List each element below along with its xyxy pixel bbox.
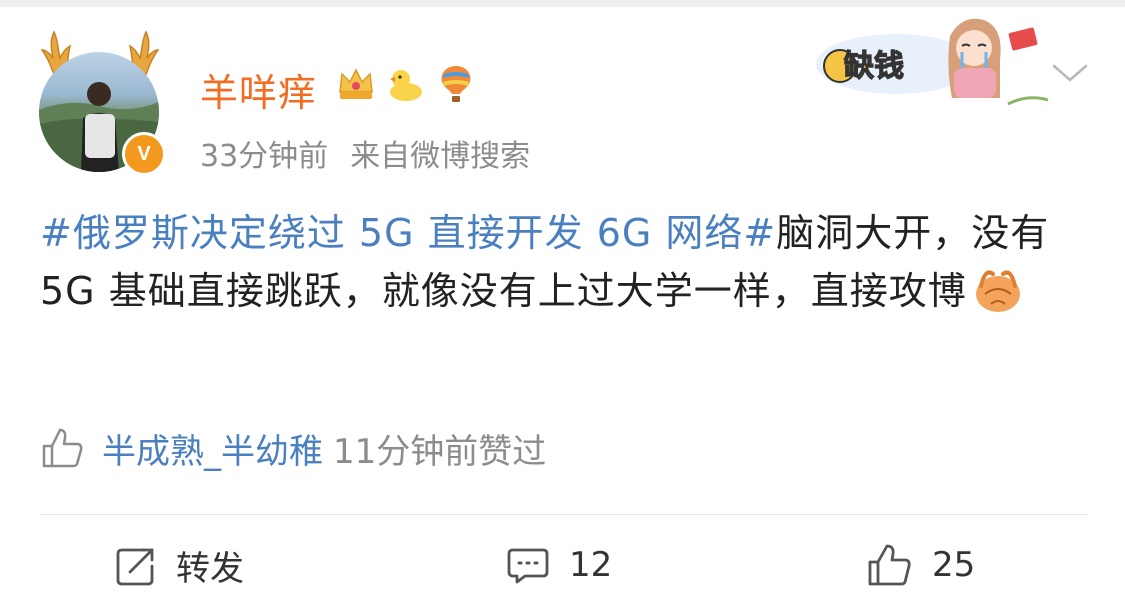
girl-sticker-icon bbox=[948, 18, 1001, 98]
like-button[interactable]: 25 bbox=[866, 530, 975, 600]
duck-badge-icon[interactable] bbox=[384, 62, 428, 106]
post-source[interactable]: 来自微博搜索 bbox=[350, 139, 530, 174]
chevron-down-icon[interactable] bbox=[1050, 58, 1090, 88]
user-badges bbox=[334, 62, 478, 106]
thumbs-up-outline-icon bbox=[42, 428, 83, 468]
thumbs-up-icon bbox=[868, 544, 911, 586]
comment-button[interactable]: 12 bbox=[507, 530, 612, 600]
comment-icon bbox=[507, 548, 549, 584]
comment-count: 12 bbox=[569, 545, 613, 585]
decoration-text: 缺钱 bbox=[844, 49, 904, 84]
repost-label: 转发 bbox=[176, 548, 244, 589]
vip-crown-badge-icon[interactable] bbox=[334, 62, 378, 106]
post-time: 33分钟前 bbox=[200, 139, 329, 174]
hot-air-balloon-badge-icon[interactable] bbox=[434, 62, 478, 106]
verified-v-badge-icon: V bbox=[122, 132, 166, 176]
action-bar: 转发 12 25 bbox=[0, 530, 1125, 600]
post-meta: 33分钟前 来自微博搜索 bbox=[200, 131, 530, 175]
avatar[interactable]: V bbox=[36, 28, 166, 176]
liked-by-row: 半成熟_半幼稚 11分钟前赞过 bbox=[40, 420, 546, 476]
clapping-hands-emoji-icon bbox=[975, 270, 1020, 312]
divider bbox=[40, 514, 1088, 515]
post-content: #俄罗斯决定绕过 5G 直接开发 6G 网络#脑洞大开，没有 5G 基础直接跳跃… bbox=[40, 204, 1090, 320]
top-separator bbox=[0, 0, 1125, 7]
hashtag-link[interactable]: #俄罗斯决定绕过 5G 直接开发 6G 网络# bbox=[40, 211, 776, 255]
repost-button[interactable]: 转发 bbox=[114, 530, 244, 600]
card-decoration-image: 缺钱 bbox=[816, 18, 1049, 106]
liked-by-user[interactable]: 半成熟_半幼稚 bbox=[102, 424, 323, 473]
like-count: 25 bbox=[932, 545, 976, 585]
repost-icon bbox=[116, 548, 154, 586]
liked-by-text: 11分钟前赞过 bbox=[333, 431, 547, 472]
author-name[interactable]: 羊咩痒 bbox=[200, 62, 317, 117]
